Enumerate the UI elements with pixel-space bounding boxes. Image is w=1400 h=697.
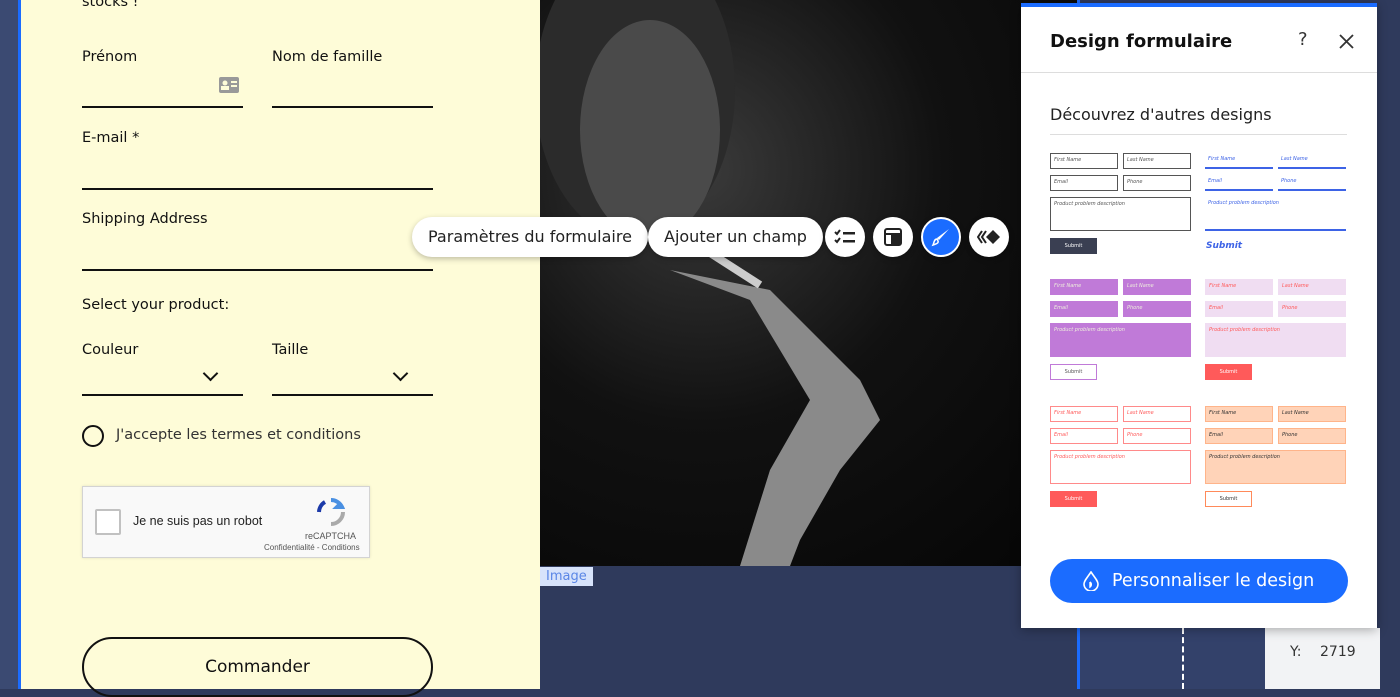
thumbnail-submit: Submit [1205,491,1252,507]
canvas-strip [1080,628,1265,689]
divider [1021,72,1377,73]
form-settings-button[interactable]: Paramètres du formulaire [412,217,648,257]
thumbnail-field: First Name [1205,279,1273,295]
last-name-label: Nom de famille [272,49,383,65]
thumbnail-submit: Submit [1050,364,1097,380]
thumbnail-field: Email [1205,301,1273,317]
contact-card-icon [219,77,239,93]
recaptcha-logo-icon [317,497,346,526]
design-button[interactable] [921,217,961,257]
thumbnail-field: Last Name [1123,153,1191,169]
thumbnail-field: Phone [1278,301,1346,317]
email-input[interactable] [82,188,433,190]
thumbnail-field: First Name [1205,153,1273,169]
first-name-input[interactable] [82,106,243,108]
design-thumbnail[interactable]: First Name Last Name Email Phone Product pro… [1050,406,1192,507]
saxophone-player-illustration [535,0,880,566]
manage-fields-button[interactable] [825,217,865,257]
thumbnail-field: First Name [1050,279,1118,295]
thumbnail-field: Email [1050,428,1118,444]
droplet-icon [1083,571,1099,591]
checklist-icon [834,229,855,244]
thumbnail-field: Last Name [1278,279,1346,295]
layout-icon [884,228,902,246]
size-dropdown[interactable] [272,394,433,396]
thumbnail-field: First Name [1050,406,1118,422]
thumbnail-field: Product problem description [1205,197,1346,231]
design-thumbnail[interactable]: First Name Last Name Email Phone Product pro… [1050,279,1192,380]
y-label: Y: [1290,644,1302,660]
design-thumbnail[interactable]: First Name Last Name Email Phone Product pro… [1205,279,1347,380]
product-label: Select your product: [82,297,230,313]
thumbnail-field: Product problem description [1050,197,1191,231]
thumbnail-field: Product problem description [1050,450,1191,484]
help-button[interactable]: ? [1298,29,1308,50]
thumbnail-submit: Submit [1205,364,1252,380]
thumbnail-field: Last Name [1123,406,1191,422]
recaptcha-widget: Je ne suis pas un robot reCAPTCHA Confid… [82,486,370,558]
thumbnail-field: Last Name [1278,406,1346,422]
thumbnail-field: Email [1205,428,1273,444]
address-label: Shipping Address [82,211,208,227]
customize-design-label: Personnaliser le design [1112,571,1315,591]
design-thumbnail[interactable]: First Name Last Name Email Phone Product pro… [1205,153,1347,253]
intro-text: stocks ! [82,0,139,10]
canvas-background [0,0,18,689]
thumbnail-field: Last Name [1278,153,1346,169]
thumbnail-field: Phone [1278,428,1346,444]
chevron-down-icon[interactable] [392,365,409,382]
close-icon[interactable] [1339,34,1354,49]
thumbnail-field: Product problem description [1050,323,1191,357]
image-tag: Image [540,567,593,586]
order-form[interactable]: stocks ! Prénom Nom de famille E-mail * … [18,0,540,697]
thumbnail-field: Phone [1278,175,1346,191]
design-thumbnail[interactable]: First Name Last Name Email Phone Product pro… [1205,406,1347,507]
thumbnail-field: Phone [1123,301,1191,317]
guide-line [1182,628,1184,689]
thumbnail-submit: Submit [1206,241,1243,251]
design-thumbnail[interactable]: First Name Last Name Email Phone Product pro… [1050,153,1192,254]
last-name-input[interactable] [272,106,433,108]
terms-checkbox[interactable] [82,425,104,447]
thumbnail-field: Product problem description [1205,323,1346,357]
first-name-label: Prénom [82,49,138,65]
size-label: Taille [272,342,309,358]
brush-icon [931,229,949,247]
divider [1050,134,1347,135]
color-dropdown[interactable] [82,394,243,396]
layout-button[interactable] [873,217,913,257]
thumbnail-field: Last Name [1123,279,1191,295]
thumbnail-submit: Submit [1050,238,1097,254]
submit-button[interactable]: Commander [82,637,433,697]
thumbnail-field: Email [1050,175,1118,191]
recaptcha-links[interactable]: Confidentialité - Conditions [264,543,360,552]
panel-title: Design formulaire [1050,31,1233,52]
thumbnail-field: Phone [1123,428,1191,444]
chevron-down-icon[interactable] [202,365,219,382]
email-label: E-mail * [82,130,140,146]
add-field-button[interactable]: Ajouter un champ [648,217,823,257]
recaptcha-brand: reCAPTCHA [305,531,357,541]
customize-design-button[interactable]: Personnaliser le design [1050,559,1348,603]
design-panel: Design formulaire ? Découvrez d'autres d… [1021,3,1377,628]
animation-button[interactable] [969,217,1009,257]
recaptcha-checkbox[interactable] [95,509,121,535]
y-value: 2719 [1320,644,1356,660]
section-title: Découvrez d'autres designs [1050,105,1272,124]
terms-label: J'accepte les termes et conditions [116,427,361,443]
saxophone-image[interactable] [535,0,1080,566]
address-input[interactable] [82,269,433,271]
thumbnail-submit: Submit [1050,491,1097,507]
thumbnail-field: Product problem description [1205,450,1346,484]
color-label: Couleur [82,342,139,358]
animation-icon [977,230,1000,244]
thumbnail-field: Phone [1123,175,1191,191]
recaptcha-label: Je ne suis pas un robot [133,514,263,528]
thumbnail-field: First Name [1205,406,1273,422]
thumbnail-field: First Name [1050,153,1118,169]
thumbnail-field: Email [1050,301,1118,317]
thumbnail-field: Email [1205,175,1273,191]
